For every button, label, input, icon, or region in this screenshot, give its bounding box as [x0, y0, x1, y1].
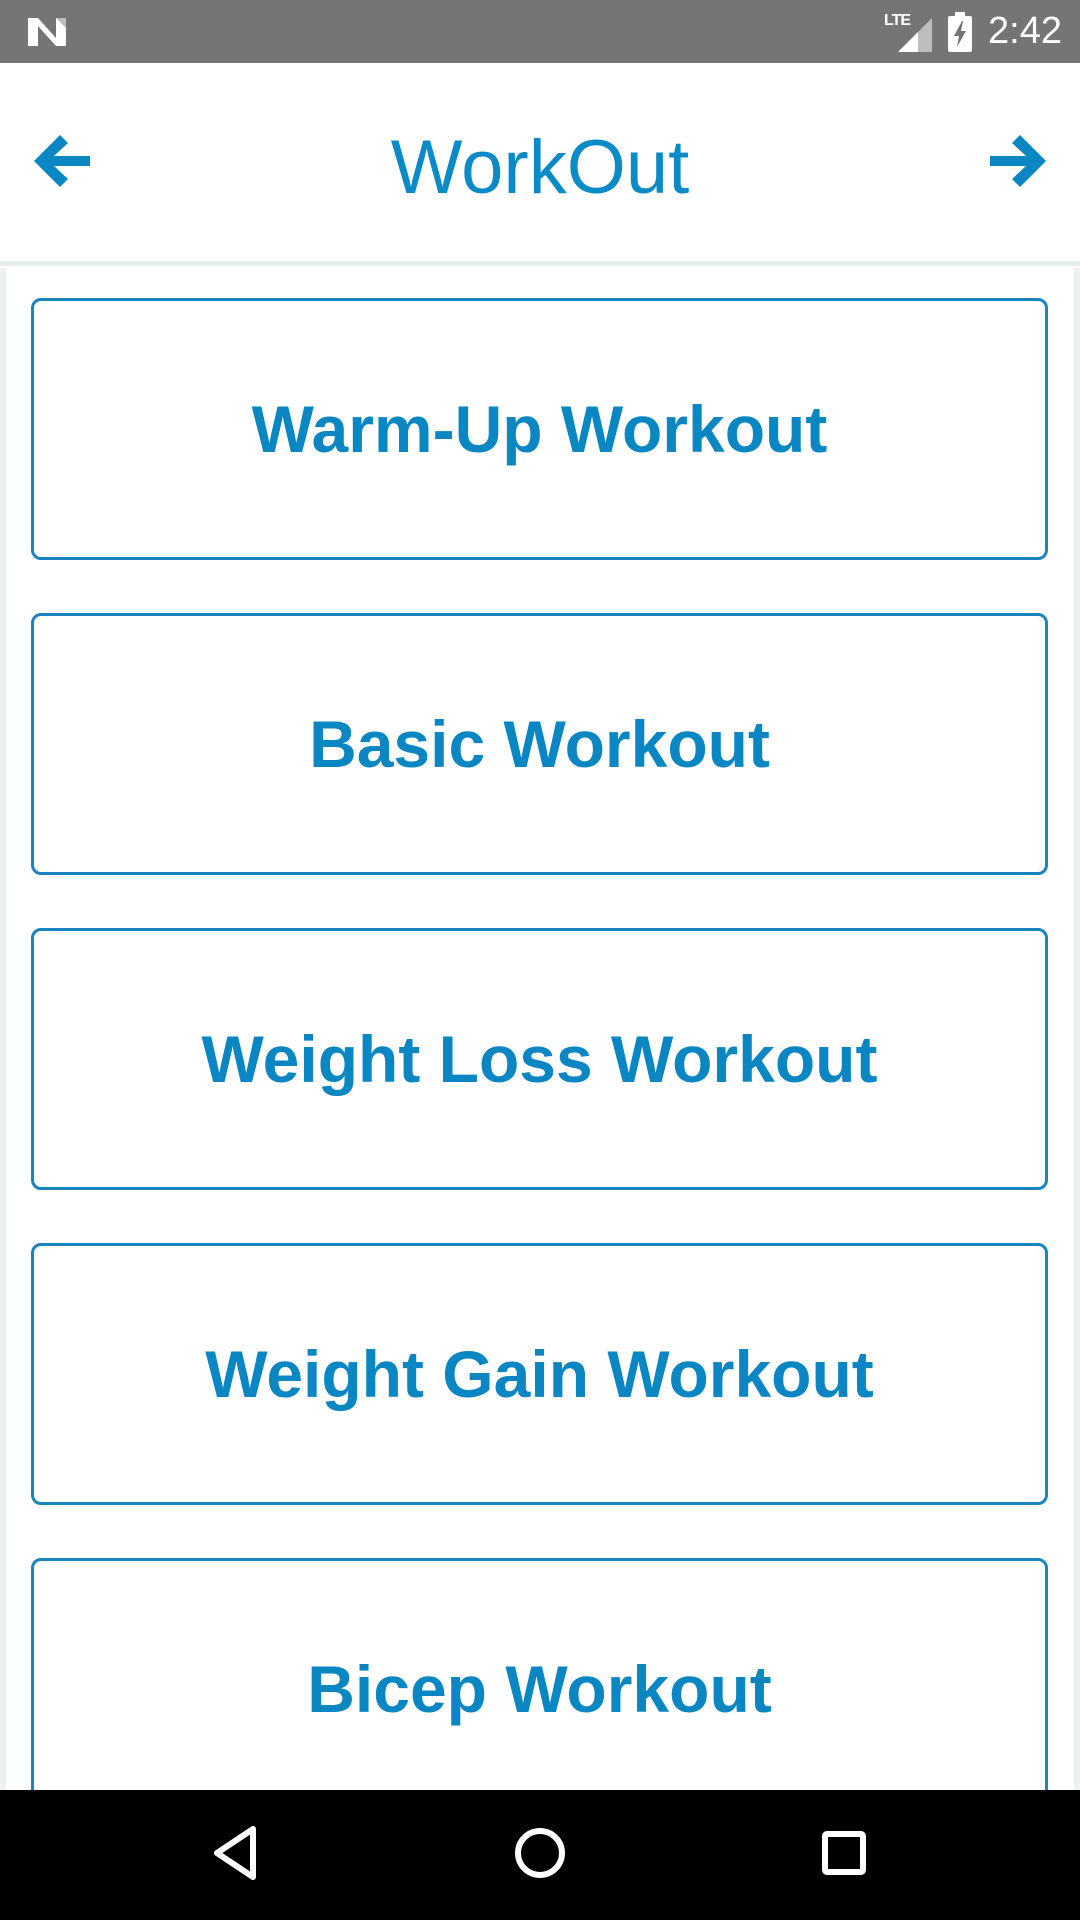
- battery-charging-icon: [948, 11, 973, 52]
- workout-card-basic[interactable]: Basic Workout: [31, 613, 1048, 875]
- app-header: WorkOut: [0, 63, 1080, 266]
- workout-label: Basic Workout: [309, 707, 770, 781]
- square-recents-icon: [820, 1829, 868, 1882]
- workout-label: Warm-Up Workout: [251, 392, 828, 466]
- workout-list: Warm-Up Workout Basic Workout Weight Los…: [0, 268, 1080, 1790]
- status-clock: 2:42: [988, 10, 1062, 52]
- arrow-right-icon: [984, 127, 1052, 200]
- workout-label: Weight Loss Workout: [201, 1022, 878, 1096]
- workout-label: Weight Gain Workout: [205, 1337, 874, 1411]
- system-nav-bar: [0, 1790, 1080, 1920]
- workout-card-weight-gain[interactable]: Weight Gain Workout: [31, 1243, 1048, 1505]
- system-home-button[interactable]: [500, 1815, 580, 1895]
- workout-card-weight-loss[interactable]: Weight Loss Workout: [31, 928, 1048, 1190]
- page-title: WorkOut: [390, 125, 690, 210]
- notification-n-icon: [26, 14, 68, 50]
- system-recents-button[interactable]: [804, 1815, 884, 1895]
- workout-label: Bicep Workout: [307, 1652, 772, 1726]
- signal-lte-icon: LTE: [884, 12, 933, 52]
- status-bar: LTE 2:42: [0, 0, 1080, 63]
- triangle-back-icon: [211, 1825, 261, 1886]
- circle-home-icon: [513, 1826, 567, 1885]
- system-back-button[interactable]: [196, 1815, 276, 1895]
- workout-card-bicep[interactable]: Bicep Workout: [31, 1558, 1048, 1790]
- forward-button[interactable]: [978, 123, 1058, 203]
- workout-card-warm-up[interactable]: Warm-Up Workout: [31, 298, 1048, 560]
